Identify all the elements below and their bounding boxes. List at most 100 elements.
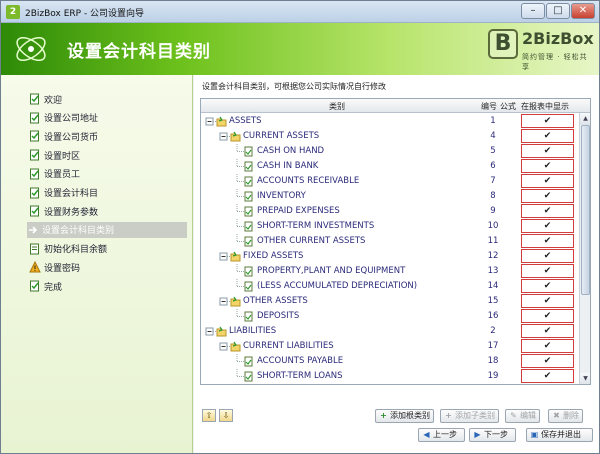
category-label: CASH IN BANK — [257, 161, 319, 171]
table-row[interactable]: (LESS ACCUMULATED DEPRECIATION) 14 ✔ — [201, 279, 579, 294]
close-button[interactable]: ✕ — [571, 3, 595, 19]
show-in-report-checkbox[interactable]: ✔ — [521, 174, 574, 188]
add-root-category-button[interactable]: + 添加根类别 — [375, 409, 434, 423]
tree-expander-icon[interactable] — [219, 249, 241, 264]
maximize-button[interactable]: □ — [546, 3, 570, 19]
page-title: 设置会计科目类别 — [67, 42, 211, 62]
show-in-report-checkbox[interactable]: ✔ — [521, 339, 574, 353]
show-in-report-checkbox[interactable]: ✔ — [521, 129, 574, 143]
arrow-left-icon: ◀ — [423, 430, 430, 439]
add-root-label: 添加根类别 — [390, 411, 430, 420]
check-doc-icon — [29, 205, 41, 217]
sidebar-item[interactable]: 设置会计科目 — [29, 185, 189, 201]
scroll-thumb[interactable] — [581, 125, 590, 295]
check-doc-icon — [29, 280, 41, 292]
next-step-button[interactable]: ▶ 下一步 — [469, 428, 516, 442]
wizard-steps-sidebar: 欢迎设置公司地址 设置公司货币 设置时区设置员工设置会计科目 设置财务参数 设置会计科目… — [1, 75, 193, 453]
category-number: 4 — [490, 131, 496, 141]
show-in-report-checkbox[interactable]: ✔ — [521, 354, 574, 368]
table-row[interactable]: OTHER CURRENT ASSETS 11 ✔ — [201, 234, 579, 249]
column-header-show-in-report[interactable]: 在报表中显示 — [521, 101, 569, 112]
show-in-report-checkbox[interactable]: ✔ — [521, 294, 574, 308]
category-label: CASH ON HAND — [257, 146, 325, 156]
show-in-report-checkbox[interactable]: ✔ — [521, 384, 574, 385]
table-row[interactable]: SHORT-TERM INVESTMENTS 10 ✔ — [201, 219, 579, 234]
table-row[interactable]: FIXED ASSETS 12 ✔ — [201, 249, 579, 264]
table-row[interactable]: LIABILITIES 2 ✔ — [201, 324, 579, 339]
table-row[interactable]: PROPERTY,PLANT AND EQUIPMENT 13 ✔ — [201, 264, 579, 279]
show-in-report-checkbox[interactable]: ✔ — [521, 219, 574, 233]
table-row[interactable]: INVENTORY 8 ✔ — [201, 189, 579, 204]
show-in-report-checkbox[interactable]: ✔ — [521, 204, 574, 218]
sidebar-item[interactable]: 设置员工 — [29, 166, 189, 182]
table-row[interactable]: PREPAID EXPENSES 9 ✔ — [201, 204, 579, 219]
tree-expander-icon[interactable] — [205, 114, 227, 129]
sidebar-item[interactable]: 欢迎 — [29, 91, 189, 107]
category-number: 15 — [487, 296, 499, 306]
show-in-report-checkbox[interactable]: ✔ — [521, 144, 574, 158]
table-row[interactable]: SHORT-TERM LOANS 19 ✔ — [201, 369, 579, 384]
show-in-report-checkbox[interactable]: ✔ — [521, 279, 574, 293]
show-in-report-checkbox[interactable]: ✔ — [521, 159, 574, 173]
sidebar-item-label: 设置员工 — [44, 170, 81, 181]
table-row[interactable]: CURRENT LIABILITIES 17 ✔ — [201, 339, 579, 354]
save-exit-button[interactable]: ▣ 保存并退出 — [526, 428, 593, 442]
show-in-report-checkbox[interactable]: ✔ — [521, 249, 574, 263]
tree-connector-icon — [233, 189, 255, 204]
table-row[interactable]: ASSETS 1 ✔ — [201, 114, 579, 129]
table-row[interactable]: ACCOUNTS RECEIVABLE 7 ✔ — [201, 174, 579, 189]
sidebar-item[interactable]: 设置公司地址 — [29, 110, 189, 126]
move-down-button[interactable]: ⇩ — [219, 409, 233, 422]
sidebar-item[interactable]: 完成 — [29, 278, 189, 294]
show-in-report-checkbox[interactable]: ✔ — [521, 114, 574, 128]
table-row[interactable]: CURRENT ASSETS 4 ✔ — [201, 129, 579, 144]
show-in-report-checkbox[interactable]: ✔ — [521, 264, 574, 278]
sidebar-item[interactable]: 设置财务参数 — [29, 203, 189, 219]
show-in-report-checkbox[interactable]: ✔ — [521, 324, 574, 338]
arrow-right-icon: ▶ — [474, 430, 481, 439]
table-row[interactable]: OTHER ASSETS 15 ✔ — [201, 294, 579, 309]
prev-step-button[interactable]: ◀ 上一步 — [418, 428, 465, 442]
warning-icon — [29, 261, 41, 273]
vertical-scrollbar[interactable]: ▲ ▼ — [579, 113, 590, 384]
minimize-button[interactable]: – — [521, 3, 545, 19]
move-up-button[interactable]: ⇧ — [202, 409, 216, 422]
show-in-report-checkbox[interactable]: ✔ — [521, 369, 574, 383]
column-header-category[interactable]: 类别 — [329, 101, 345, 112]
plus-icon: + — [445, 411, 452, 420]
column-header-formula[interactable]: 公式 — [500, 101, 516, 112]
tree-expander-icon[interactable] — [219, 339, 241, 354]
table-row[interactable]: TAXES PAYABLE20✔ — [201, 384, 579, 385]
sidebar-item[interactable]: 设置会计科目类别 — [27, 221, 187, 238]
tree-expander-icon[interactable] — [219, 294, 241, 309]
sidebar-item[interactable]: 设置公司货币 — [29, 128, 189, 144]
category-number: 17 — [487, 341, 499, 351]
category-label: FIXED ASSETS — [243, 251, 304, 261]
table-row[interactable]: CASH IN BANK 6 ✔ — [201, 159, 579, 174]
table-row[interactable]: DEPOSITS 16 ✔ — [201, 309, 579, 324]
sidebar-item[interactable]: 初始化科目余额 — [29, 241, 189, 257]
show-in-report-checkbox[interactable]: ✔ — [521, 309, 574, 323]
tree-expander-icon[interactable] — [205, 324, 227, 339]
table-row[interactable]: ACCOUNTS PAYABLE 18 ✔ — [201, 354, 579, 369]
save-icon: ▣ — [530, 430, 539, 439]
add-child-category-button[interactable]: + 添加子类别 — [440, 409, 499, 423]
scroll-up-icon[interactable]: ▲ — [580, 113, 590, 125]
show-in-report-checkbox[interactable]: ✔ — [521, 234, 574, 248]
show-in-report-checkbox[interactable]: ✔ — [521, 189, 574, 203]
table-row[interactable]: CASH ON HAND 5 ✔ — [201, 144, 579, 159]
sidebar-item[interactable]: 设置密码 — [29, 259, 189, 275]
logo-mark: B — [488, 29, 518, 59]
category-number: 10 — [487, 221, 499, 231]
tree-expander-icon[interactable] — [219, 129, 241, 144]
scroll-down-icon[interactable]: ▼ — [580, 373, 590, 384]
column-header-number[interactable]: 编号 — [481, 101, 497, 112]
edit-label: 编辑 — [520, 411, 536, 420]
delete-button[interactable]: ✖ 删除 — [548, 409, 583, 423]
category-label: SHORT-TERM LOANS — [257, 371, 343, 381]
category-label: ASSETS — [229, 116, 262, 126]
category-label: OTHER ASSETS — [243, 296, 308, 306]
edit-button[interactable]: ✎ 编辑 — [505, 409, 540, 423]
arrow-right-icon — [27, 224, 39, 236]
sidebar-item[interactable]: 设置时区 — [29, 147, 189, 163]
